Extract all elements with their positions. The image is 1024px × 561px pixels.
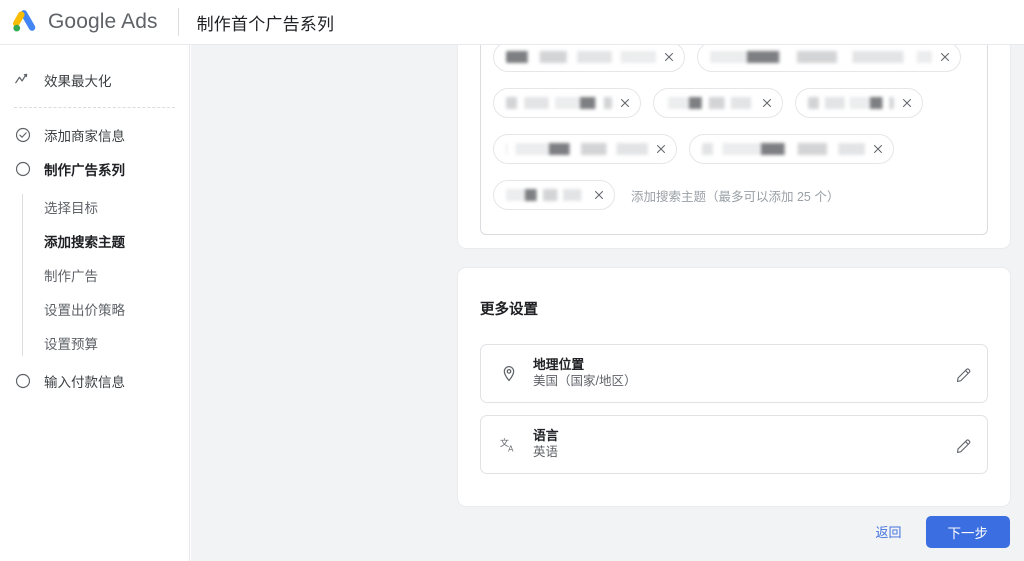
sidebar-substep-add-search-themes[interactable]: 添加搜索主题	[26, 224, 189, 258]
sidebar-step-payment-info[interactable]: 输入付款信息	[0, 364, 189, 398]
sidebar-substep-label: 选择目标	[44, 201, 98, 216]
search-theme-chip-text-redacted	[506, 97, 612, 109]
sidebar-substep-label: 制作广告	[44, 269, 98, 284]
search-themes-card: 添加搜索主题（最多可以添加 25 个）	[458, 45, 1010, 248]
trend-line-icon	[15, 73, 28, 84]
more-settings-card: 更多设置 地理位置 美国（国家/地区） 文 A 语言 英语	[458, 268, 1010, 506]
search-theme-chip-text-redacted	[506, 143, 648, 155]
sidebar-substep-label: 设置出价策略	[44, 303, 125, 318]
close-icon[interactable]	[938, 50, 952, 64]
close-icon[interactable]	[618, 96, 632, 110]
setting-texts: 语言 英语	[533, 428, 955, 461]
search-theme-chip-text-redacted	[506, 189, 586, 201]
close-icon[interactable]	[871, 142, 885, 156]
sidebar-item-label: 效果最大化	[44, 74, 112, 89]
search-themes-input-box[interactable]: 添加搜索主题（最多可以添加 25 个）	[480, 45, 988, 235]
sidebar-substep-create-ad[interactable]: 制作广告	[26, 258, 189, 292]
pencil-icon[interactable]	[955, 436, 973, 454]
setting-value: 美国（国家/地区）	[533, 374, 637, 388]
close-icon[interactable]	[900, 96, 914, 110]
close-icon[interactable]	[592, 188, 606, 202]
search-theme-chip-text-redacted	[710, 51, 932, 63]
sidebar-step-label: 制作广告系列	[44, 163, 125, 178]
page-title: 制作首个广告系列	[196, 14, 335, 34]
setting-row-language[interactable]: 文 A 语言 英语	[480, 415, 988, 474]
content-area: 添加搜索主题（最多可以添加 25 个） 更多设置 地理位置 美国（国家/地区）	[191, 45, 1024, 561]
sidebar-step-business-info[interactable]: 添加商家信息	[0, 118, 189, 152]
translate-icon: 文 A	[500, 436, 514, 453]
search-theme-chip-text-redacted	[666, 97, 754, 109]
top-bar-divider	[177, 8, 179, 36]
sidebar-step-label: 添加商家信息	[44, 129, 125, 144]
pencil-icon[interactable]	[955, 365, 973, 383]
sidebar-step-label: 输入付款信息	[44, 375, 125, 390]
close-icon[interactable]	[662, 50, 676, 64]
google-ads-logo-icon	[12, 10, 36, 32]
sidebar-step-create-campaign[interactable]: 制作广告系列	[0, 152, 189, 186]
location-pin-icon	[503, 365, 515, 381]
search-theme-chip[interactable]	[493, 88, 641, 118]
close-icon[interactable]	[760, 96, 774, 110]
search-theme-chip[interactable]	[493, 180, 615, 210]
setting-texts: 地理位置 美国（国家/地区）	[533, 357, 955, 390]
top-bar: Google Ads 制作首个广告系列	[0, 0, 1024, 45]
circle-icon	[15, 161, 31, 177]
setting-value: 英语	[533, 445, 559, 459]
app-root: Google Ads 制作首个广告系列 效果最大化 添加商家信息 制作广告系列 …	[0, 0, 1024, 561]
search-theme-chip[interactable]	[493, 45, 685, 72]
add-search-theme-hint: 添加搜索主题（最多可以添加 25 个）	[631, 189, 840, 204]
search-theme-chip[interactable]	[653, 88, 783, 118]
search-theme-chip[interactable]	[697, 45, 961, 72]
search-theme-chip-text-redacted	[506, 51, 656, 63]
next-button[interactable]: 下一步	[925, 515, 1010, 548]
circle-icon	[15, 373, 31, 389]
search-theme-chip-text-redacted	[702, 143, 865, 155]
back-button[interactable]: 返回	[865, 514, 911, 549]
setting-label: 地理位置	[533, 357, 585, 372]
search-theme-chip[interactable]	[689, 134, 894, 164]
search-theme-chip-list: 添加搜索主题（最多可以添加 25 个）	[493, 45, 975, 210]
sidebar-substep-budget[interactable]: 设置预算	[26, 326, 189, 360]
svg-text:A: A	[508, 444, 514, 453]
sidebar-substeps: 选择目标 添加搜索主题 制作广告 设置出价策略 设置预算	[0, 190, 189, 360]
more-settings-title: 更多设置	[480, 302, 538, 318]
setting-row-location[interactable]: 地理位置 美国（国家/地区）	[480, 344, 988, 403]
search-theme-chip[interactable]	[493, 134, 677, 164]
sidebar: 效果最大化 添加商家信息 制作广告系列 选择目标 添加搜索主题 制作广告 设置出…	[0, 45, 190, 561]
setting-label: 语言	[533, 428, 559, 443]
close-icon[interactable]	[654, 142, 668, 156]
sidebar-divider	[14, 107, 175, 108]
brand-name: Google Ads	[48, 10, 158, 33]
sidebar-item-performance-max[interactable]: 效果最大化	[0, 63, 189, 97]
sidebar-substep-choose-goal[interactable]: 选择目标	[26, 190, 189, 224]
search-theme-chip[interactable]	[795, 88, 923, 118]
brand[interactable]: Google Ads	[12, 9, 158, 35]
footer-actions: 返回 下一步	[865, 514, 1010, 549]
sidebar-substep-label: 添加搜索主题	[44, 235, 125, 250]
search-theme-chip-text-redacted	[808, 97, 894, 109]
sidebar-substep-label: 设置预算	[44, 337, 98, 352]
sidebar-substep-bidding-strategy[interactable]: 设置出价策略	[26, 292, 189, 326]
check-circle-icon	[15, 127, 31, 143]
